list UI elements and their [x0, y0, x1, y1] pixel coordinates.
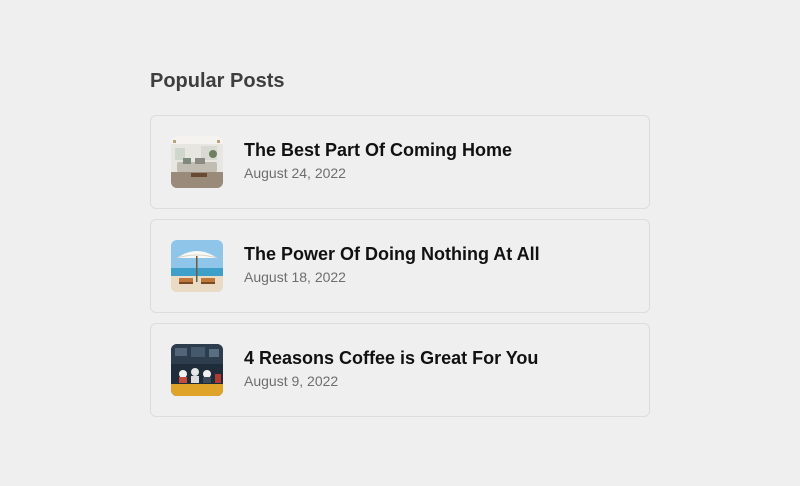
coffee-shop-image: [171, 344, 223, 396]
section-heading: Popular Posts: [150, 70, 285, 92]
post-date: August 18, 2022: [244, 268, 346, 285]
post-card[interactable]: The Power Of Doing Nothing At All August…: [150, 219, 650, 313]
post-date: August 9, 2022: [244, 372, 339, 389]
post-title[interactable]: 4 Reasons Coffee is Great For You: [244, 347, 538, 369]
living-room-image: [171, 136, 223, 188]
post-title[interactable]: The Power Of Doing Nothing At All: [244, 243, 540, 265]
post-date: August 24, 2022: [244, 164, 346, 181]
post-meta: The Power Of Doing Nothing At All August…: [244, 244, 540, 286]
post-thumbnail-coffee[interactable]: [171, 344, 223, 396]
post-card[interactable]: The Best Part Of Coming Home August 24, …: [150, 115, 650, 209]
post-meta: 4 Reasons Coffee is Great For You August…: [244, 348, 538, 390]
beach-umbrella-image: [171, 240, 223, 292]
popular-posts-widget: Popular Posts The Best Part Of Coming Ho…: [150, 68, 650, 427]
post-meta: The Best Part Of Coming Home August 24, …: [244, 140, 512, 182]
post-card[interactable]: 4 Reasons Coffee is Great For You August…: [150, 323, 650, 417]
post-title[interactable]: The Best Part Of Coming Home: [244, 139, 512, 161]
post-thumbnail-living-room[interactable]: [171, 136, 223, 188]
post-thumbnail-beach[interactable]: [171, 240, 223, 292]
